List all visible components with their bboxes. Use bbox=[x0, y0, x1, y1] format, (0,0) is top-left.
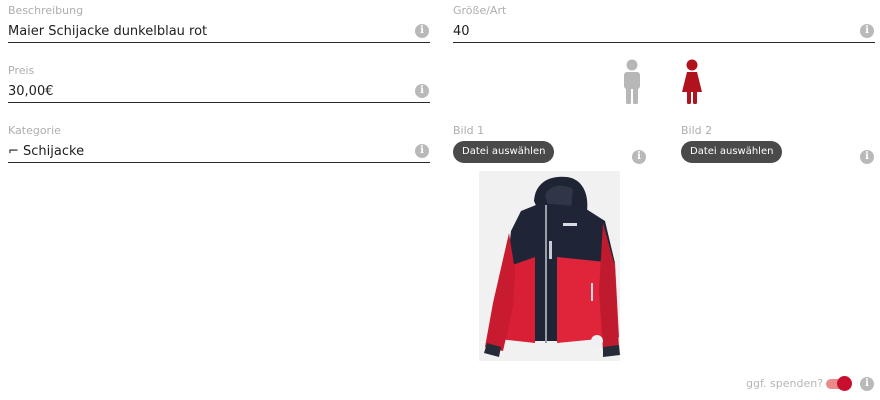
female-person-icon bbox=[682, 59, 702, 104]
category-select[interactable]: ⌐ Schijacke bbox=[8, 144, 84, 159]
female-option[interactable] bbox=[681, 59, 703, 105]
image1-info-icon[interactable]: i bbox=[632, 150, 646, 164]
image2-file-button[interactable]: Datei auswählen bbox=[681, 141, 783, 163]
price-info-icon[interactable]: i bbox=[415, 84, 429, 98]
price-label: Preis bbox=[8, 64, 35, 77]
donate-info-icon[interactable]: i bbox=[860, 377, 874, 391]
size-underline bbox=[453, 42, 875, 43]
jacket-image bbox=[479, 171, 620, 361]
price-input[interactable]: 30,00€ bbox=[8, 84, 54, 99]
male-person-icon bbox=[624, 59, 640, 104]
category-label: Kategorie bbox=[8, 124, 61, 137]
description-underline bbox=[8, 42, 430, 43]
category-underline bbox=[8, 162, 430, 163]
description-input[interactable]: Maier Schijacke dunkelblau rot bbox=[8, 24, 207, 39]
size-input[interactable]: 40 bbox=[453, 24, 470, 39]
donate-toggle-knob bbox=[837, 376, 852, 391]
price-underline bbox=[8, 102, 430, 103]
description-info-icon[interactable]: i bbox=[415, 24, 429, 38]
image1-label: Bild 1 bbox=[453, 124, 485, 137]
donate-label: ggf. spenden? bbox=[746, 377, 824, 390]
male-option[interactable] bbox=[621, 59, 643, 105]
image1-file-button[interactable]: Datei auswählen bbox=[453, 141, 555, 163]
jacket-illustration bbox=[479, 171, 620, 361]
description-label: Beschreibung bbox=[8, 4, 84, 17]
size-label: Größe/Art bbox=[453, 4, 507, 17]
size-info-icon[interactable]: i bbox=[860, 24, 874, 38]
donate-toggle[interactable] bbox=[826, 376, 854, 392]
image2-info-icon[interactable]: i bbox=[860, 150, 874, 164]
image2-label: Bild 2 bbox=[681, 124, 713, 137]
category-info-icon[interactable]: i bbox=[415, 144, 429, 158]
